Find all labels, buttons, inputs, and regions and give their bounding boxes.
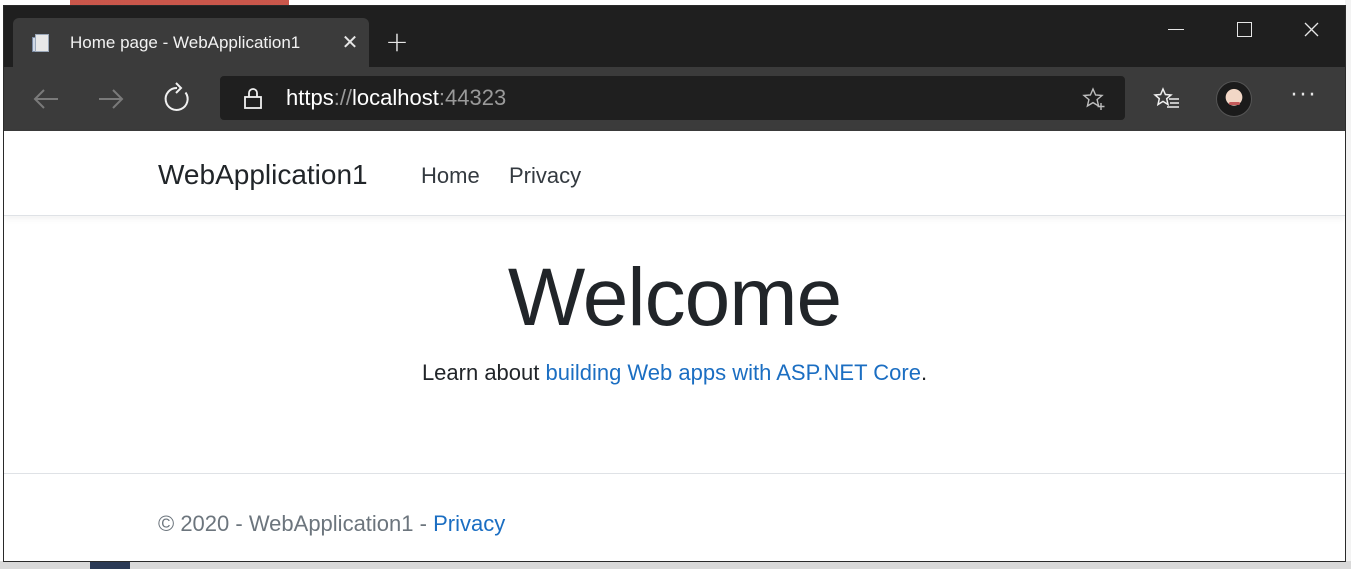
url-port: :44323: [438, 85, 507, 110]
favorites-list-icon[interactable]: [1153, 87, 1181, 111]
footer-privacy-link[interactable]: Privacy: [433, 511, 505, 536]
close-icon[interactable]: [1288, 10, 1334, 48]
site-footer: © 2020 - WebApplication1 - Privacy: [4, 473, 1345, 561]
url-scheme: https: [286, 85, 334, 110]
footer-copyright: © 2020 - WebApplication1 -: [158, 511, 434, 536]
nav-privacy-link[interactable]: Privacy: [509, 163, 581, 189]
maximize-icon[interactable]: [1220, 10, 1266, 48]
refresh-icon[interactable]: [159, 81, 195, 117]
more-icon[interactable]: ···: [1287, 85, 1321, 111]
star-add-icon[interactable]: [1082, 87, 1106, 111]
footer-text: © 2020 - WebApplication1 - Privacy: [158, 510, 505, 538]
arrow-left-icon[interactable]: [28, 81, 64, 117]
title-bar: Home page - WebApplication1 ✕ +: [4, 6, 1345, 67]
url-host: localhost: [352, 85, 439, 110]
page-title: Welcome: [507, 252, 842, 343]
hero-section: Welcome Learn about building Web apps wi…: [4, 251, 1345, 387]
desktop-taskbar-edge: [0, 561, 1351, 569]
aspnet-docs-link[interactable]: building Web apps with ASP.NET Core: [545, 360, 920, 385]
browser-tab[interactable]: Home page - WebApplication1 ✕: [13, 18, 369, 67]
browser-window: Home page - WebApplication1 ✕ + https://…: [3, 5, 1346, 562]
intro-text-before: Learn about: [421, 360, 546, 385]
minimize-icon[interactable]: [1152, 10, 1198, 48]
close-icon[interactable]: ✕: [339, 31, 361, 53]
plus-icon[interactable]: +: [382, 28, 412, 58]
url-separator: ://: [333, 85, 353, 110]
avatar[interactable]: [1216, 81, 1252, 117]
lock-icon[interactable]: [241, 86, 265, 110]
web-page: WebApplication1 Home Privacy Welcome Lea…: [4, 131, 1345, 561]
arrow-right-icon[interactable]: [93, 81, 129, 117]
nav-home-link[interactable]: Home: [421, 163, 480, 189]
desktop-taskbar-item: [90, 561, 130, 569]
browser-toolbar: https://localhost:44323 ···: [4, 67, 1345, 131]
tab-title: Home page - WebApplication1: [70, 32, 301, 52]
url-text[interactable]: https://localhost:44323: [286, 85, 506, 111]
site-brand-link[interactable]: WebApplication1: [158, 159, 368, 191]
intro-text-after: .: [920, 360, 928, 385]
page-icon: [31, 32, 53, 54]
site-navbar: WebApplication1 Home Privacy: [4, 131, 1345, 216]
intro-text: Learn about building Web apps with ASP.N…: [4, 359, 1345, 387]
address-bar[interactable]: https://localhost:44323: [220, 76, 1125, 120]
